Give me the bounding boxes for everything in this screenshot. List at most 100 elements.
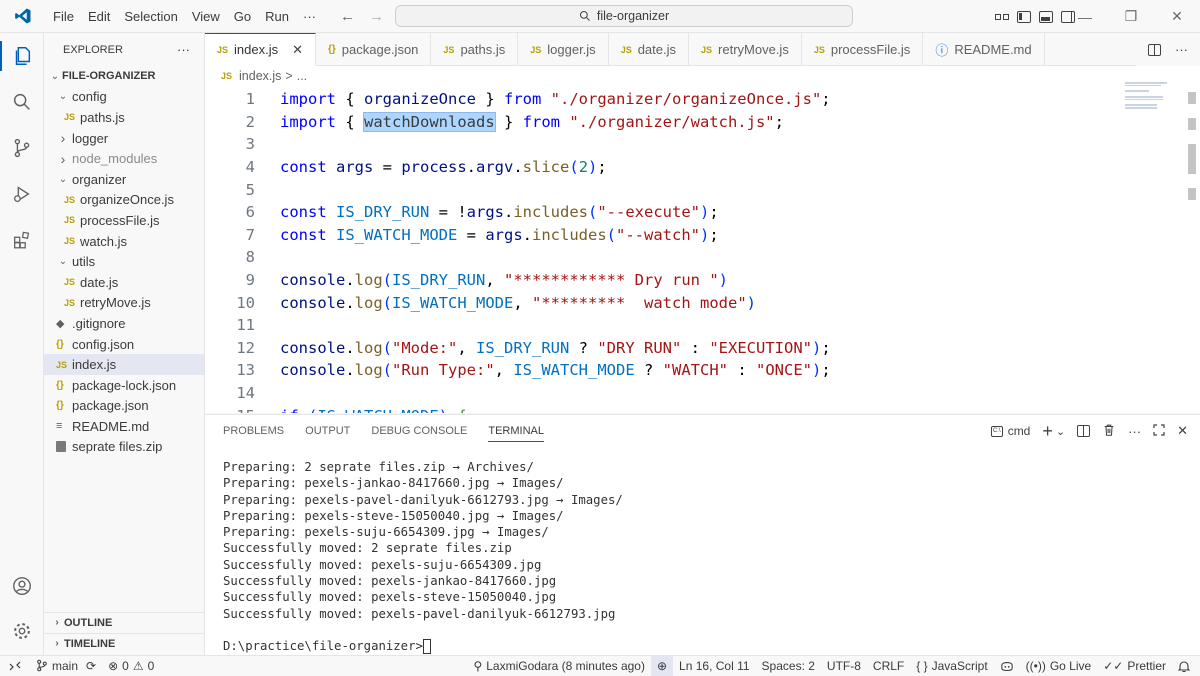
search-view-icon[interactable] [0, 79, 44, 125]
menu-edit[interactable]: Edit [81, 0, 117, 33]
tab-3[interactable]: JS logger.js [518, 33, 609, 66]
accounts-icon[interactable] [0, 563, 44, 609]
new-terminal-icon[interactable]: + ⌄ [1042, 421, 1065, 442]
problems-status[interactable]: ⊗ 0 ⚠ 0 [102, 659, 160, 673]
editor-scrollbar[interactable] [1188, 92, 1198, 214]
notifications-bell-icon[interactable] [1172, 660, 1200, 673]
tab-problems[interactable]: PROBLEMS [223, 425, 284, 437]
terminal-output[interactable]: Preparing: 2 seprate files.zip → Archive… [223, 460, 623, 656]
back-arrow-icon[interactable]: ← [340, 8, 355, 25]
menu-go[interactable]: Go [227, 0, 258, 33]
tab-1[interactable]: {} package.json [316, 33, 432, 66]
terminal-shell-selector[interactable]: C:\ cmd [990, 424, 1030, 438]
git-blame[interactable]: ⚲ LaxmiGodara (8 minutes ago) [467, 659, 651, 673]
run-debug-icon[interactable] [0, 171, 44, 217]
timeline-section[interactable]: › TIMELINE [44, 633, 205, 653]
explorer-icon[interactable] [0, 33, 44, 79]
minimize-icon[interactable]: — [1062, 9, 1108, 25]
code-editor[interactable]: JS index.js > ... 1 import { organizeOnce… [205, 66, 1200, 413]
prompt-text: D:\practice\file-organizer> [223, 639, 423, 654]
tree-file-13[interactable]: JS index.js [44, 354, 204, 375]
tree-file-9[interactable]: JS date.js [44, 272, 204, 293]
explorer-more-icon[interactable]: ··· [177, 42, 190, 57]
tree-file-11[interactable]: ◆ .gitignore [44, 313, 204, 334]
tree-file-12[interactable]: {} config.json [44, 334, 204, 355]
tab-6[interactable]: JS processFile.js [802, 33, 924, 66]
breadcrumb-file[interactable]: index.js [239, 69, 281, 83]
json-file-icon: {} [56, 379, 64, 391]
toggle-primary-sidebar-icon[interactable] [1017, 10, 1031, 23]
toggle-panel-icon[interactable] [1039, 10, 1053, 23]
extensions-icon[interactable] [0, 217, 44, 263]
js-file-icon: JS [64, 236, 76, 247]
tree-folder-8[interactable]: ⌄ utils [44, 251, 204, 272]
remote-indicator-icon[interactable] [0, 656, 30, 676]
tab-5[interactable]: JS retryMove.js [689, 33, 802, 66]
tab-7[interactable]: ⓘ README.md [923, 33, 1045, 66]
command-center-search[interactable]: file-organizer [395, 5, 853, 27]
go-live-button[interactable]: ((•)) Go Live [1020, 659, 1098, 673]
js-file-icon: JS [530, 44, 542, 55]
tree-file-1[interactable]: JS paths.js [44, 107, 204, 128]
tab-output[interactable]: OUTPUT [305, 425, 350, 437]
tree-file-15[interactable]: {} package.json [44, 396, 204, 417]
panel-more-icon[interactable]: ··· [1128, 424, 1141, 439]
split-terminal-icon[interactable] [1077, 425, 1091, 437]
restore-icon[interactable]: ❐ [1108, 8, 1154, 25]
tree-file-16[interactable]: ≡ README.md [44, 416, 204, 437]
cursor-position[interactable]: Ln 16, Col 11 [673, 659, 756, 673]
encoding[interactable]: UTF-8 [821, 659, 867, 673]
tab-2[interactable]: JS paths.js [431, 33, 519, 66]
tab-label: README.md [954, 42, 1032, 57]
split-editor-icon[interactable] [1148, 43, 1161, 56]
breadcrumb-rest[interactable]: ... [297, 69, 307, 83]
tree-file-5[interactable]: JS organizeOnce.js [44, 190, 204, 211]
tab-terminal[interactable]: TERMINAL [488, 425, 544, 442]
minimap[interactable] [1125, 82, 1185, 122]
tree-file-14[interactable]: {} package-lock.json [44, 375, 204, 396]
branch-status[interactable]: main ⟳ [30, 659, 102, 673]
tab-debug-console[interactable]: DEBUG CONSOLE [371, 425, 467, 437]
code-token: ( [308, 407, 317, 413]
source-control-icon[interactable] [0, 125, 44, 171]
tab-0[interactable]: JS index.js ✕ [205, 33, 316, 66]
tree-file-7[interactable]: JS watch.js [44, 231, 204, 252]
json-file-icon: {} [328, 44, 336, 55]
line-number: 6 [245, 203, 255, 222]
line-ending[interactable]: CRLF [867, 659, 910, 673]
tree-folder-3[interactable]: › node_modules [44, 148, 204, 169]
code-token: { [345, 112, 364, 131]
close-panel-icon[interactable]: ✕ [1177, 423, 1188, 439]
code-line: 12 console. log("Mode:", IS_DRY_RUN ? "DRY… [205, 337, 1125, 360]
tree-root[interactable]: ⌄ FILE-ORGANIZER [44, 66, 204, 87]
outline-section[interactable]: › OUTLINE [44, 612, 205, 632]
copilot-icon[interactable] [994, 660, 1020, 672]
settings-gear-icon[interactable] [0, 608, 44, 654]
tree-folder-2[interactable]: › logger [44, 128, 204, 149]
more-actions-icon[interactable]: ··· [1175, 42, 1188, 57]
js-file-icon: JS [443, 44, 455, 55]
tree-file-10[interactable]: JS retryMove.js [44, 293, 204, 314]
language-mode[interactable]: { } JavaScript [910, 659, 993, 673]
zoom-status[interactable]: ⊕ [650, 656, 674, 676]
prettier-status[interactable]: ✓✓ Prettier [1097, 659, 1172, 673]
menu-run[interactable]: Run [258, 0, 296, 33]
indentation[interactable]: Spaces: 2 [756, 659, 821, 673]
tree-folder-0[interactable]: ⌄ config [44, 87, 204, 108]
customize-layout-icon[interactable] [995, 13, 1009, 20]
terminal-prompt[interactable]: D:\practice\file-organizer> [223, 639, 623, 655]
forward-arrow-icon[interactable]: → [369, 8, 384, 25]
menu-selection[interactable]: Selection [117, 0, 184, 33]
tree-file-6[interactable]: JS processFile.js [44, 210, 204, 231]
menu-file[interactable]: File [46, 0, 81, 33]
close-tab-icon[interactable]: ✕ [292, 42, 303, 58]
tab-4[interactable]: JS date.js [609, 33, 690, 66]
menu-view[interactable]: View [185, 0, 227, 33]
chevron-down-icon: ⌄ [58, 91, 68, 103]
tree-file-17[interactable]: seprate files.zip [44, 437, 204, 458]
maximize-panel-icon[interactable] [1153, 423, 1165, 439]
tree-folder-4[interactable]: ⌄ organizer [44, 169, 204, 190]
close-window-icon[interactable]: ✕ [1154, 8, 1200, 25]
trash-icon[interactable] [1102, 423, 1116, 440]
menu-more[interactable]: ··· [296, 0, 323, 33]
